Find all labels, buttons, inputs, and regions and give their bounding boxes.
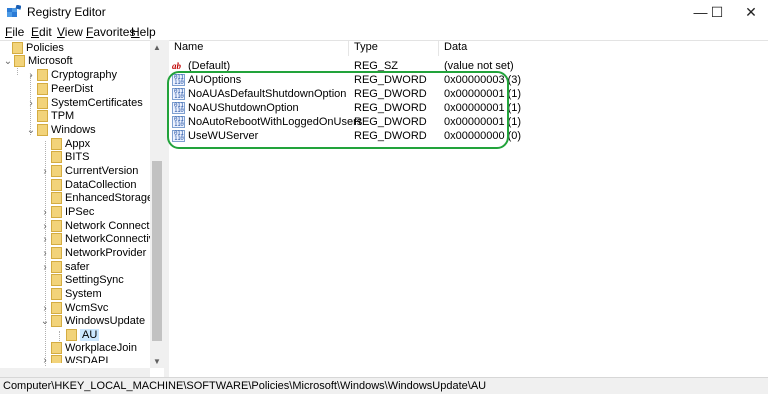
folder-icon xyxy=(51,233,62,245)
folder-icon xyxy=(12,42,23,54)
folder-icon xyxy=(51,179,62,191)
title-bar: Registry Editor — ☐ ✕ xyxy=(0,0,768,24)
registry-editor-icon xyxy=(7,5,21,17)
registry-path: Computer\HKEY_LOCAL_MACHINE\SOFTWARE\Pol… xyxy=(3,380,487,392)
menu-view[interactable]: View xyxy=(57,25,83,39)
tree-item-network-connection[interactable]: › Network Connection xyxy=(39,219,164,233)
folder-icon xyxy=(51,261,62,273)
tree-item-peerdist[interactable]: PeerDist xyxy=(25,82,93,96)
folder-icon xyxy=(51,192,62,204)
registry-tree[interactable]: Policies ⌄ Microsoft › Cryptography Peer… xyxy=(0,40,164,378)
tree-item-systemcertificates[interactable]: › SystemCertificates xyxy=(25,96,143,110)
tree-item-datacollection[interactable]: DataCollection xyxy=(39,178,137,192)
folder-icon xyxy=(51,355,62,363)
folder-icon xyxy=(51,315,62,327)
close-button[interactable]: ✕ xyxy=(734,0,768,24)
tree-item-wsdapi[interactable]: › WSDAPI xyxy=(39,355,108,363)
scroll-down-icon[interactable]: ▼ xyxy=(150,354,164,368)
tree-item-windowsupdate[interactable]: ⌄ WindowsUpdate xyxy=(39,314,145,328)
menu-edit[interactable]: Edit xyxy=(31,25,52,39)
close-icon: ✕ xyxy=(745,3,757,20)
folder-icon xyxy=(51,151,62,163)
tree-vertical-scrollbar[interactable]: ▲ ▼ xyxy=(150,40,164,368)
column-header-type[interactable]: Type xyxy=(354,41,378,56)
chevron-right-icon[interactable]: › xyxy=(39,207,51,218)
chevron-right-icon[interactable]: › xyxy=(25,98,37,109)
tree-item-currentversion[interactable]: › CurrentVersion xyxy=(39,164,138,178)
chevron-right-icon[interactable]: › xyxy=(39,221,51,232)
tree-item-bits[interactable]: BITS xyxy=(39,150,89,164)
folder-icon xyxy=(51,206,62,218)
folder-icon xyxy=(51,342,62,354)
chevron-down-icon[interactable]: ⌄ xyxy=(39,316,51,327)
folder-icon xyxy=(37,83,48,95)
chevron-down-icon[interactable]: ⌄ xyxy=(2,56,14,67)
folder-icon xyxy=(37,97,48,109)
folder-icon xyxy=(14,55,25,67)
chevron-right-icon[interactable]: › xyxy=(39,248,51,259)
folder-icon xyxy=(66,329,77,341)
tree-item-wcmsvc[interactable]: › WcmSvc xyxy=(39,301,108,315)
chevron-right-icon[interactable]: › xyxy=(25,70,37,81)
tree-item-system[interactable]: System xyxy=(39,287,102,301)
column-header-name[interactable]: Name xyxy=(174,41,203,56)
folder-icon xyxy=(51,302,62,314)
menu-favorites[interactable]: Favorites xyxy=(86,25,135,39)
folder-icon xyxy=(37,124,48,136)
chevron-right-icon[interactable]: › xyxy=(39,166,51,177)
chevron-right-icon[interactable]: › xyxy=(39,262,51,273)
tree-item-tpm[interactable]: TPM xyxy=(25,109,74,123)
maximize-icon: ☐ xyxy=(710,3,724,20)
tree-item-microsoft[interactable]: ⌄ Microsoft xyxy=(2,54,73,68)
tree-item-networkconnectivity[interactable]: › NetworkConnectivity xyxy=(39,232,164,246)
folder-icon xyxy=(51,247,62,259)
scrollbar-thumb[interactable] xyxy=(152,161,162,341)
menu-file[interactable]: File xyxy=(5,25,24,39)
tree-item-settingsync[interactable]: SettingSync xyxy=(39,273,124,287)
folder-icon xyxy=(51,138,62,150)
window-title: Registry Editor xyxy=(27,5,106,19)
tree-item-networkprovider[interactable]: › NetworkProvider xyxy=(39,246,146,260)
chevron-right-icon[interactable]: › xyxy=(39,355,51,363)
tree-item-appx[interactable]: Appx xyxy=(39,137,90,151)
tree-item-workplacejoin[interactable]: WorkplaceJoin xyxy=(39,341,137,355)
menu-bar: File Edit View Favorites Help xyxy=(0,24,768,40)
tree-item-enhancedstoragedev[interactable]: EnhancedStorageDev xyxy=(39,191,164,205)
folder-icon xyxy=(51,274,62,286)
chevron-right-icon[interactable]: › xyxy=(39,303,51,314)
folder-icon xyxy=(51,165,62,177)
tree-item-au[interactable]: AU xyxy=(54,328,100,342)
chevron-right-icon[interactable]: › xyxy=(39,234,51,245)
folder-icon xyxy=(51,220,62,232)
tree-item-safer[interactable]: › safer xyxy=(39,260,89,274)
status-bar: Computer\HKEY_LOCAL_MACHINE\SOFTWARE\Pol… xyxy=(0,377,768,394)
tree-item-windows[interactable]: ⌄ Windows xyxy=(25,123,96,137)
chevron-down-icon[interactable]: ⌄ xyxy=(25,125,37,136)
column-header-data[interactable]: Data xyxy=(444,41,467,56)
tree-item-policies[interactable]: Policies xyxy=(0,41,64,55)
folder-icon xyxy=(51,288,62,300)
menu-help[interactable]: Help xyxy=(131,25,156,39)
maximize-button[interactable]: ☐ xyxy=(700,0,734,24)
folder-icon xyxy=(37,110,48,122)
folder-icon xyxy=(37,69,48,81)
tree-item-ipsec[interactable]: › IPSec xyxy=(39,205,94,219)
scroll-up-icon[interactable]: ▲ xyxy=(150,40,164,54)
highlight-outline xyxy=(167,71,509,149)
tree-item-cryptography[interactable]: › Cryptography xyxy=(25,68,117,82)
